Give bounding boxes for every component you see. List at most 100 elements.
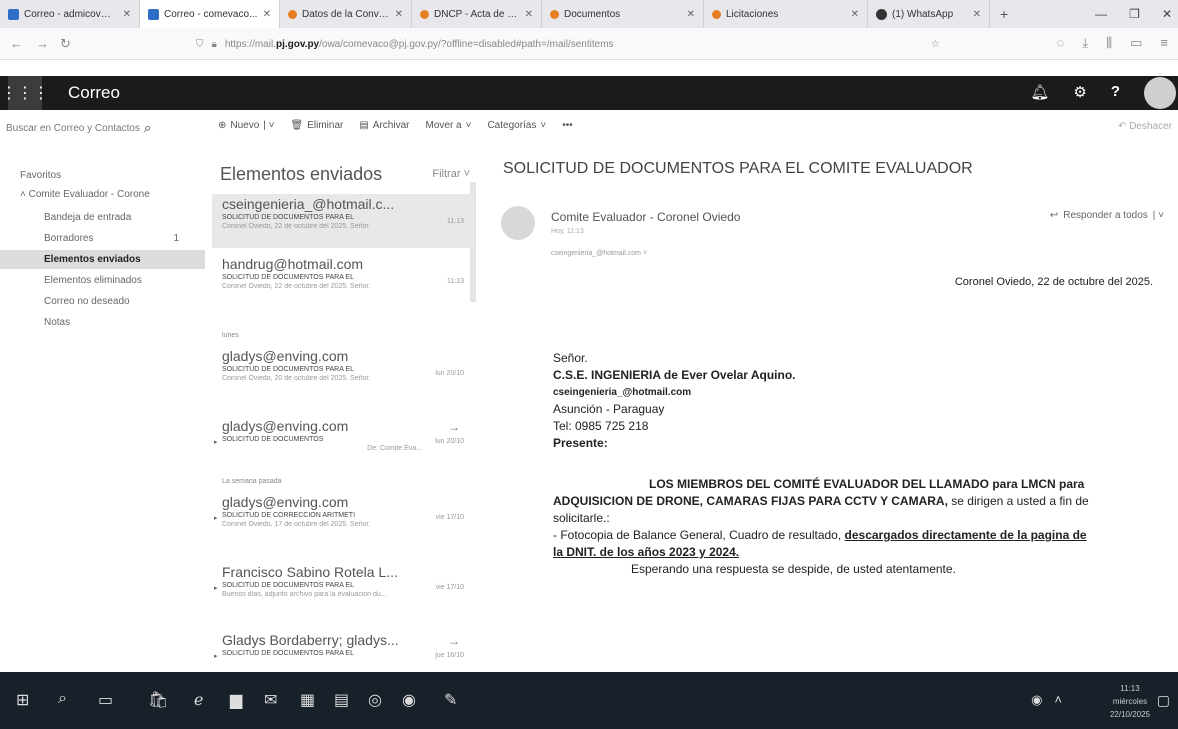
word-icon[interactable]: ▤ <box>334 690 349 710</box>
reading-pane: SOLICITUD DE DOCUMENTOS PARA EL COMITE E… <box>493 160 1178 670</box>
chevron-down-icon[interactable]: | ˅ <box>1153 210 1164 221</box>
message-from: cseingenieria_@hotmail.c... <box>222 196 395 212</box>
favorites-header[interactable]: Favoritos <box>0 166 205 185</box>
mail-icon[interactable]: ✉ <box>264 690 277 710</box>
new-button[interactable]: ⊕ Nuevo | ˅ <box>218 120 275 131</box>
tab-title: (1) WhatsApp <box>892 8 954 20</box>
account-node[interactable]: ˄ Comite Evaluador - Corone <box>0 185 205 204</box>
close-icon[interactable]: ✕ <box>123 9 131 20</box>
file-explorer-icon[interactable]: ▆ <box>230 690 242 710</box>
gear-icon[interactable]: ⚙ <box>1073 83 1086 101</box>
task-view-icon[interactable]: ▭ <box>98 690 113 710</box>
browser-tab[interactable]: Correo - admicov@pj ✕ <box>0 0 140 28</box>
list-item[interactable]: cseingenieria_@hotmail.c... SOLICITUD DE… <box>212 194 474 248</box>
reload-icon[interactable]: ↻ <box>60 36 71 52</box>
chrome-icon[interactable]: ◎ <box>368 690 382 710</box>
archive-button[interactable]: ▤ Archivar <box>359 120 409 131</box>
chevron-up-icon[interactable]: ˄ <box>1054 692 1062 708</box>
help-icon[interactable]: ? <box>1111 83 1120 101</box>
message-from: gladys@enving.com <box>222 418 349 434</box>
folder-pane: Favoritos ˄ Comite Evaluador - Corone Ba… <box>0 160 205 670</box>
search-icon[interactable]: ⌕ <box>58 690 67 708</box>
list-item[interactable]: Gladys Bordaberry; gladys... → ▸ SOLICIT… <box>212 632 474 670</box>
forward-icon[interactable]: → <box>36 36 49 51</box>
close-window-icon[interactable]: ✕ <box>1162 7 1172 21</box>
delete-button[interactable]: 🗑︎ Eliminar <box>291 120 344 131</box>
chevron-down-icon: ˅ <box>463 168 470 180</box>
minimize-icon[interactable]: — <box>1095 7 1107 21</box>
store-icon[interactable]: 🛍︎ <box>148 690 168 710</box>
browser-tab[interactable]: (1) WhatsApp ✕ <box>868 0 990 28</box>
notification-bell-icon[interactable]: 🔔︎ <box>1030 83 1049 101</box>
browser-tab[interactable]: Licitaciones ✕ <box>704 0 868 28</box>
more-button[interactable]: ••• <box>562 120 573 131</box>
folder-sent-items[interactable]: Elementos enviados <box>0 250 205 269</box>
status-icon[interactable]: ◉ <box>1031 692 1042 708</box>
close-icon[interactable]: ✕ <box>525 9 533 20</box>
menu-icon[interactable]: ≡ <box>1160 35 1168 51</box>
folder-drafts[interactable]: Borradores 1 <box>0 229 205 248</box>
back-icon[interactable]: ← <box>10 36 23 51</box>
browser-tab[interactable]: Documentos ✕ <box>542 0 704 28</box>
list-item[interactable]: handrug@hotmail.com SOLICITUD DE DOCUMEN… <box>212 256 474 310</box>
company-name: C.S.E. INGENIERIA de Ever Ovelar Aquino. <box>553 368 796 382</box>
app-launcher-icon[interactable]: ⋮⋮⋮ <box>1 76 49 110</box>
categories-button[interactable]: Categorías ˅ <box>487 120 546 131</box>
firefox-icon[interactable]: ◉ <box>402 690 416 710</box>
folder-notes[interactable]: Notas <box>0 313 205 332</box>
outlook-icon <box>148 8 159 20</box>
close-icon[interactable]: ✕ <box>851 9 859 20</box>
system-tray: ◉ ˄ <box>1031 692 1062 708</box>
filter-button[interactable]: Filtrar ˅ <box>432 168 470 180</box>
url-field[interactable]: ⛉ 🔒︎ https://mail.pj.gov.py/owa/comevaco… <box>196 33 940 55</box>
dncp-icon <box>712 9 721 19</box>
group-header: lunes <box>222 332 239 339</box>
maximize-icon[interactable]: ❐ <box>1129 7 1140 21</box>
bookmark-star-icon[interactable]: ☆ <box>931 39 940 50</box>
browser-tab-active[interactable]: Correo - comevaco... ✕ <box>140 0 280 28</box>
close-icon[interactable]: ✕ <box>687 9 695 20</box>
app-icon[interactable]: ✎ <box>444 690 457 710</box>
salutation: Señor. <box>553 351 588 365</box>
folder-deleted[interactable]: Elementos eliminados <box>0 271 205 290</box>
sender-name[interactable]: Comite Evaluador - Coronel Oviedo <box>551 210 740 224</box>
edge-icon[interactable]: ℯ <box>194 690 203 710</box>
clock[interactable]: 11:13 miércoles 22/10/2025 <box>1110 682 1150 721</box>
close-icon[interactable]: ✕ <box>973 9 981 20</box>
search-icon[interactable]: ⌕ <box>144 120 151 136</box>
clock-date: 22/10/2025 <box>1109 710 1150 719</box>
reply-all-button[interactable]: ↩ Responder a todos | ˅ <box>1050 210 1164 221</box>
chevron-down-icon: ˅ <box>540 120 547 131</box>
list-item[interactable]: gladys@enving.com SOLICITUD DE DOCUMENTO… <box>212 348 474 402</box>
folder-junk[interactable]: Correo no deseado <box>0 292 205 311</box>
company-city: Asunción - Paraguay <box>553 402 665 416</box>
undo-button[interactable]: ↶ Deshacer <box>1118 121 1172 132</box>
expand-icon[interactable]: ▸ <box>214 584 218 592</box>
list-item[interactable]: Francisco Sabino Rotela L... ▸ SOLICITUD… <box>212 564 474 618</box>
recipient[interactable]: cseingenieria_@hotmail.com ˅ <box>551 250 647 257</box>
notification-center-icon[interactable]: ▢ <box>1157 692 1170 709</box>
expand-icon[interactable]: ▸ <box>214 438 218 446</box>
pocket-icon[interactable]: ◌ <box>1057 35 1065 51</box>
expand-icon[interactable]: ▸ <box>214 652 218 660</box>
folder-inbox[interactable]: Bandeja de entrada <box>0 208 205 227</box>
browser-tab[interactable]: DNCP - Acta de apertura ✕ <box>412 0 542 28</box>
message-time: 11:13 <box>447 278 464 285</box>
download-icon[interactable]: ⤓ <box>1082 35 1088 51</box>
library-icon[interactable]: ⫼ <box>1106 35 1112 51</box>
excel-icon[interactable]: ▦ <box>300 690 315 710</box>
expand-icon[interactable]: ▸ <box>214 514 218 522</box>
close-icon[interactable]: ✕ <box>395 9 403 20</box>
body-date: Coronel Oviedo, 22 de octubre del 2025. <box>954 276 1153 288</box>
search-input[interactable]: Buscar en Correo y Contactos ⌕ <box>6 120 151 136</box>
close-icon[interactable]: ✕ <box>263 9 271 20</box>
message-date: Hoy, 11:13 <box>551 228 584 235</box>
user-avatar[interactable] <box>1144 77 1176 109</box>
list-item[interactable]: gladys@enving.com → ▸ SOLICITUD DE DOCUM… <box>212 418 474 466</box>
list-item[interactable]: gladys@enving.com ▸ SOLICITUD DE CORRECC… <box>212 494 474 548</box>
new-tab-button[interactable]: + <box>990 6 1018 22</box>
move-to-button[interactable]: Mover a ˅ <box>425 120 471 131</box>
windows-start-icon[interactable]: ⊞ <box>16 690 29 710</box>
browser-tab[interactable]: Datos de la Convocat ✕ <box>280 0 412 28</box>
sidebar-icon[interactable]: ▭ <box>1130 35 1142 51</box>
